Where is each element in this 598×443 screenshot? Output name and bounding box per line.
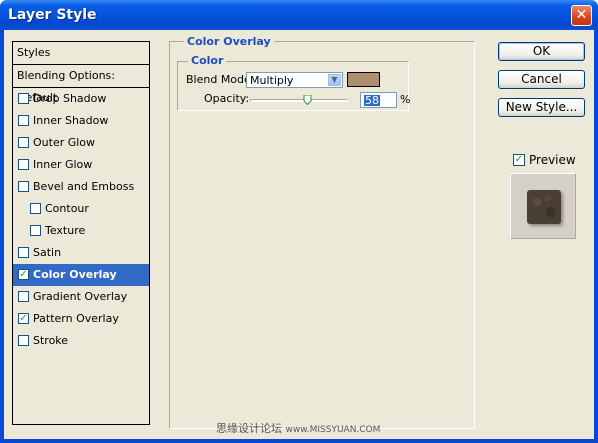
watermark: 思缘设计论坛 www.MISSYUAN.COM (216, 420, 380, 436)
style-item-label: Gradient Overlay (33, 290, 128, 303)
style-item-label: Inner Shadow (33, 114, 109, 127)
style-checkbox[interactable] (18, 291, 29, 302)
dialog-body: Styles Blending Options: Default Drop Sh… (4, 30, 594, 439)
preview-swatch (527, 190, 561, 224)
style-checkbox[interactable] (18, 137, 29, 148)
color-overlay-panel: Color Overlay Color Blend Mode: Multiply… (169, 35, 475, 429)
style-item-outer-glow[interactable]: Outer Glow (13, 132, 149, 154)
opacity-value: 58 (364, 94, 380, 107)
style-item-inner-shadow[interactable]: Inner Shadow (13, 110, 149, 132)
checkmark-icon[interactable]: ✓ (513, 154, 525, 166)
style-item-inner-glow[interactable]: Inner Glow (13, 154, 149, 176)
ok-button[interactable]: OK (498, 42, 585, 61)
style-item-contour[interactable]: Contour (13, 198, 149, 220)
blending-options-item[interactable]: Blending Options: Default (13, 65, 149, 104)
style-checkbox[interactable] (30, 225, 41, 236)
close-button[interactable]: ✕ (571, 5, 592, 26)
style-item-gradient-overlay[interactable]: Gradient Overlay (13, 286, 149, 308)
close-icon: ✕ (575, 7, 588, 23)
style-item-label: Satin (33, 246, 62, 259)
style-checkbox[interactable] (18, 159, 29, 170)
new-style-button[interactable]: New Style... (498, 98, 585, 117)
opacity-slider[interactable] (250, 95, 348, 105)
title-bar[interactable]: Layer Style ✕ (0, 0, 598, 30)
preview-label: Preview (529, 153, 576, 167)
style-checkbox[interactable] (18, 181, 29, 192)
style-item-label: Contour (45, 202, 89, 215)
style-checkbox[interactable]: ✓ (18, 313, 29, 324)
style-item-label: Outer Glow (33, 136, 96, 149)
section-title: Color Overlay (184, 35, 274, 48)
style-checkbox[interactable] (18, 335, 29, 346)
style-item-label: Color Overlay (33, 268, 117, 281)
opacity-label: Opacity: (204, 92, 250, 105)
style-item-stroke[interactable]: Stroke (13, 330, 149, 352)
style-item-drop-shadow[interactable]: Drop Shadow (13, 88, 149, 110)
opacity-unit: % (400, 93, 411, 106)
watermark-text: 思缘设计论坛 (216, 422, 282, 435)
overlay-color-swatch[interactable] (347, 72, 380, 87)
style-items: Drop Shadow Inner Shadow Outer Glow Inner G… (13, 88, 149, 352)
layer-style-window: Layer Style ✕ Styles Blending Options: D… (0, 0, 598, 443)
style-item-label: Drop Shadow (33, 92, 107, 105)
blend-mode-label: Blend Mode: (186, 73, 255, 86)
blend-mode-value: Multiply (250, 74, 294, 87)
blend-mode-select[interactable]: Multiply ▼ (246, 72, 343, 88)
style-checkbox[interactable] (18, 93, 29, 104)
style-item-label: Inner Glow (33, 158, 93, 171)
preview-thumbnail (510, 173, 576, 239)
slider-thumb[interactable] (303, 95, 312, 105)
style-item-color-overlay[interactable]: ✓ Color Overlay (13, 264, 149, 286)
opacity-input[interactable]: 58 (360, 92, 397, 108)
chevron-down-icon[interactable]: ▼ (328, 74, 341, 86)
style-item-texture[interactable]: Texture (13, 220, 149, 242)
style-item-bevel-and-emboss[interactable]: Bevel and Emboss (13, 176, 149, 198)
style-item-label: Texture (45, 224, 86, 237)
style-item-satin[interactable]: Satin (13, 242, 149, 264)
watermark-url: www.MISSYUAN.COM (285, 425, 381, 435)
group-title: Color (188, 54, 227, 67)
style-item-label: Stroke (33, 334, 69, 347)
styles-header[interactable]: Styles (13, 42, 149, 65)
style-item-label: Bevel and Emboss (33, 180, 135, 193)
style-checkbox[interactable] (30, 203, 41, 214)
style-checkbox[interactable] (18, 247, 29, 258)
window-title: Layer Style (8, 7, 97, 23)
style-checkbox[interactable]: ✓ (18, 269, 29, 280)
style-item-label: Pattern Overlay (33, 312, 119, 325)
styles-list: Styles Blending Options: Default Drop Sh… (12, 41, 150, 425)
cancel-button[interactable]: Cancel (498, 70, 585, 89)
style-item-pattern-overlay[interactable]: ✓ Pattern Overlay (13, 308, 149, 330)
style-checkbox[interactable] (18, 115, 29, 126)
color-group: Color Blend Mode: Multiply ▼ Opacity: 58… (177, 54, 411, 111)
